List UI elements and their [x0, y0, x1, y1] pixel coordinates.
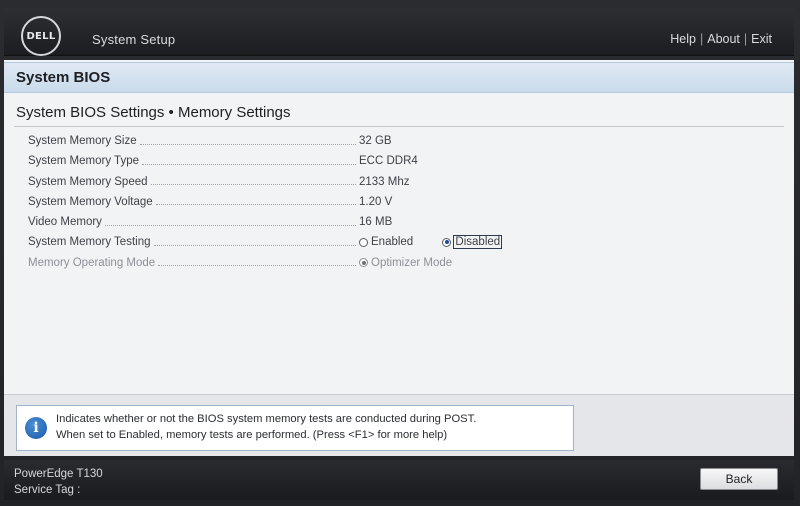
app-title: System Setup [92, 32, 176, 47]
radio-unselected-icon [359, 237, 368, 247]
help-text: Indicates whether or not the BIOS system… [56, 411, 476, 443]
help-line-1: Indicates whether or not the BIOS system… [56, 413, 477, 425]
setting-row-video-memory: Video Memory 16 MB [28, 214, 528, 234]
operating-mode-options: Optimizer Mode [359, 257, 478, 269]
help-link[interactable]: Help [670, 32, 696, 46]
setting-label: Video Memory [28, 216, 102, 229]
memory-testing-options: Enabled Disabled [359, 235, 527, 250]
leader-dots [104, 224, 356, 226]
setting-value: 16 MB [359, 216, 393, 229]
setting-value: 1.20 V [359, 195, 393, 208]
system-info: PowerEdge T130 Service Tag : [14, 466, 103, 498]
info-icon: i [25, 417, 47, 439]
help-area: i Indicates whether or not the BIOS syst… [4, 394, 794, 456]
leader-dots [158, 265, 356, 267]
setting-row-memory-testing: System Memory Testing Enabled Disabled [28, 234, 528, 254]
heading-divider [14, 126, 784, 127]
setting-row-memory-type: System Memory Type ECC DDR4 [28, 153, 528, 173]
radio-label: Disabled [453, 235, 503, 250]
leader-dots [142, 163, 356, 165]
setting-label: System Memory Size [28, 135, 137, 147]
radio-optimizer-mode: Optimizer Mode [359, 257, 452, 269]
leader-dots [153, 244, 356, 246]
help-line-2: When set to Enabled, memory tests are pe… [56, 429, 448, 441]
footer-bar: PowerEdge T130 Service Tag : Back [4, 460, 794, 500]
settings-list: System Memory Size 32 GB System Memory T… [28, 133, 528, 275]
leader-dots [139, 143, 356, 145]
setting-row-memory-operating-mode: Memory Operating Mode Optimizer Mode [28, 255, 528, 275]
leader-dots [155, 204, 356, 206]
bios-window: DELL System Setup Help | About | Exit System… [0, 0, 800, 506]
model-name: PowerEdge T130 [14, 468, 103, 480]
radio-selected-icon [442, 237, 452, 247]
setting-label: Memory Operating Mode [28, 256, 156, 269]
radio-selected-icon [359, 258, 368, 268]
leader-dots [150, 184, 356, 186]
exit-link[interactable]: Exit [751, 32, 772, 46]
setting-label: System Memory Voltage [28, 195, 153, 208]
header-links: Help | About | Exit [670, 32, 772, 46]
link-separator: | [743, 32, 748, 46]
setting-value: 2133 Mhz [359, 175, 410, 188]
radio-enabled[interactable]: Enabled [359, 236, 413, 248]
page-title: System BIOS Settings • Memory Settings [16, 104, 291, 121]
setting-label: System Memory Type [28, 155, 139, 168]
about-link[interactable]: About [707, 32, 740, 46]
radio-label: Enabled [371, 236, 414, 249]
setting-label: System Memory Speed [28, 175, 148, 188]
setting-row-memory-speed: System Memory Speed 2133 Mhz [28, 174, 528, 194]
logo-text: DELL [26, 30, 56, 42]
link-separator: | [699, 32, 704, 46]
help-box: i Indicates whether or not the BIOS syst… [16, 405, 574, 451]
section-title: System BIOS [4, 62, 794, 93]
dell-logo: DELL [21, 16, 61, 56]
back-button[interactable]: Back [700, 468, 778, 490]
service-tag-label: Service Tag : [14, 484, 81, 496]
setting-value: 32 GB [359, 135, 392, 147]
top-header-bar: DELL System Setup Help | About | Exit [4, 8, 794, 56]
setting-value: ECC DDR4 [359, 155, 418, 168]
radio-disabled[interactable]: Disabled [442, 235, 503, 250]
setting-row-memory-voltage: System Memory Voltage 1.20 V [28, 194, 528, 214]
setting-label: System Memory Testing [28, 236, 151, 249]
setting-row-memory-size: System Memory Size 32 GB [28, 133, 528, 153]
radio-label: Optimizer Mode [371, 256, 453, 269]
